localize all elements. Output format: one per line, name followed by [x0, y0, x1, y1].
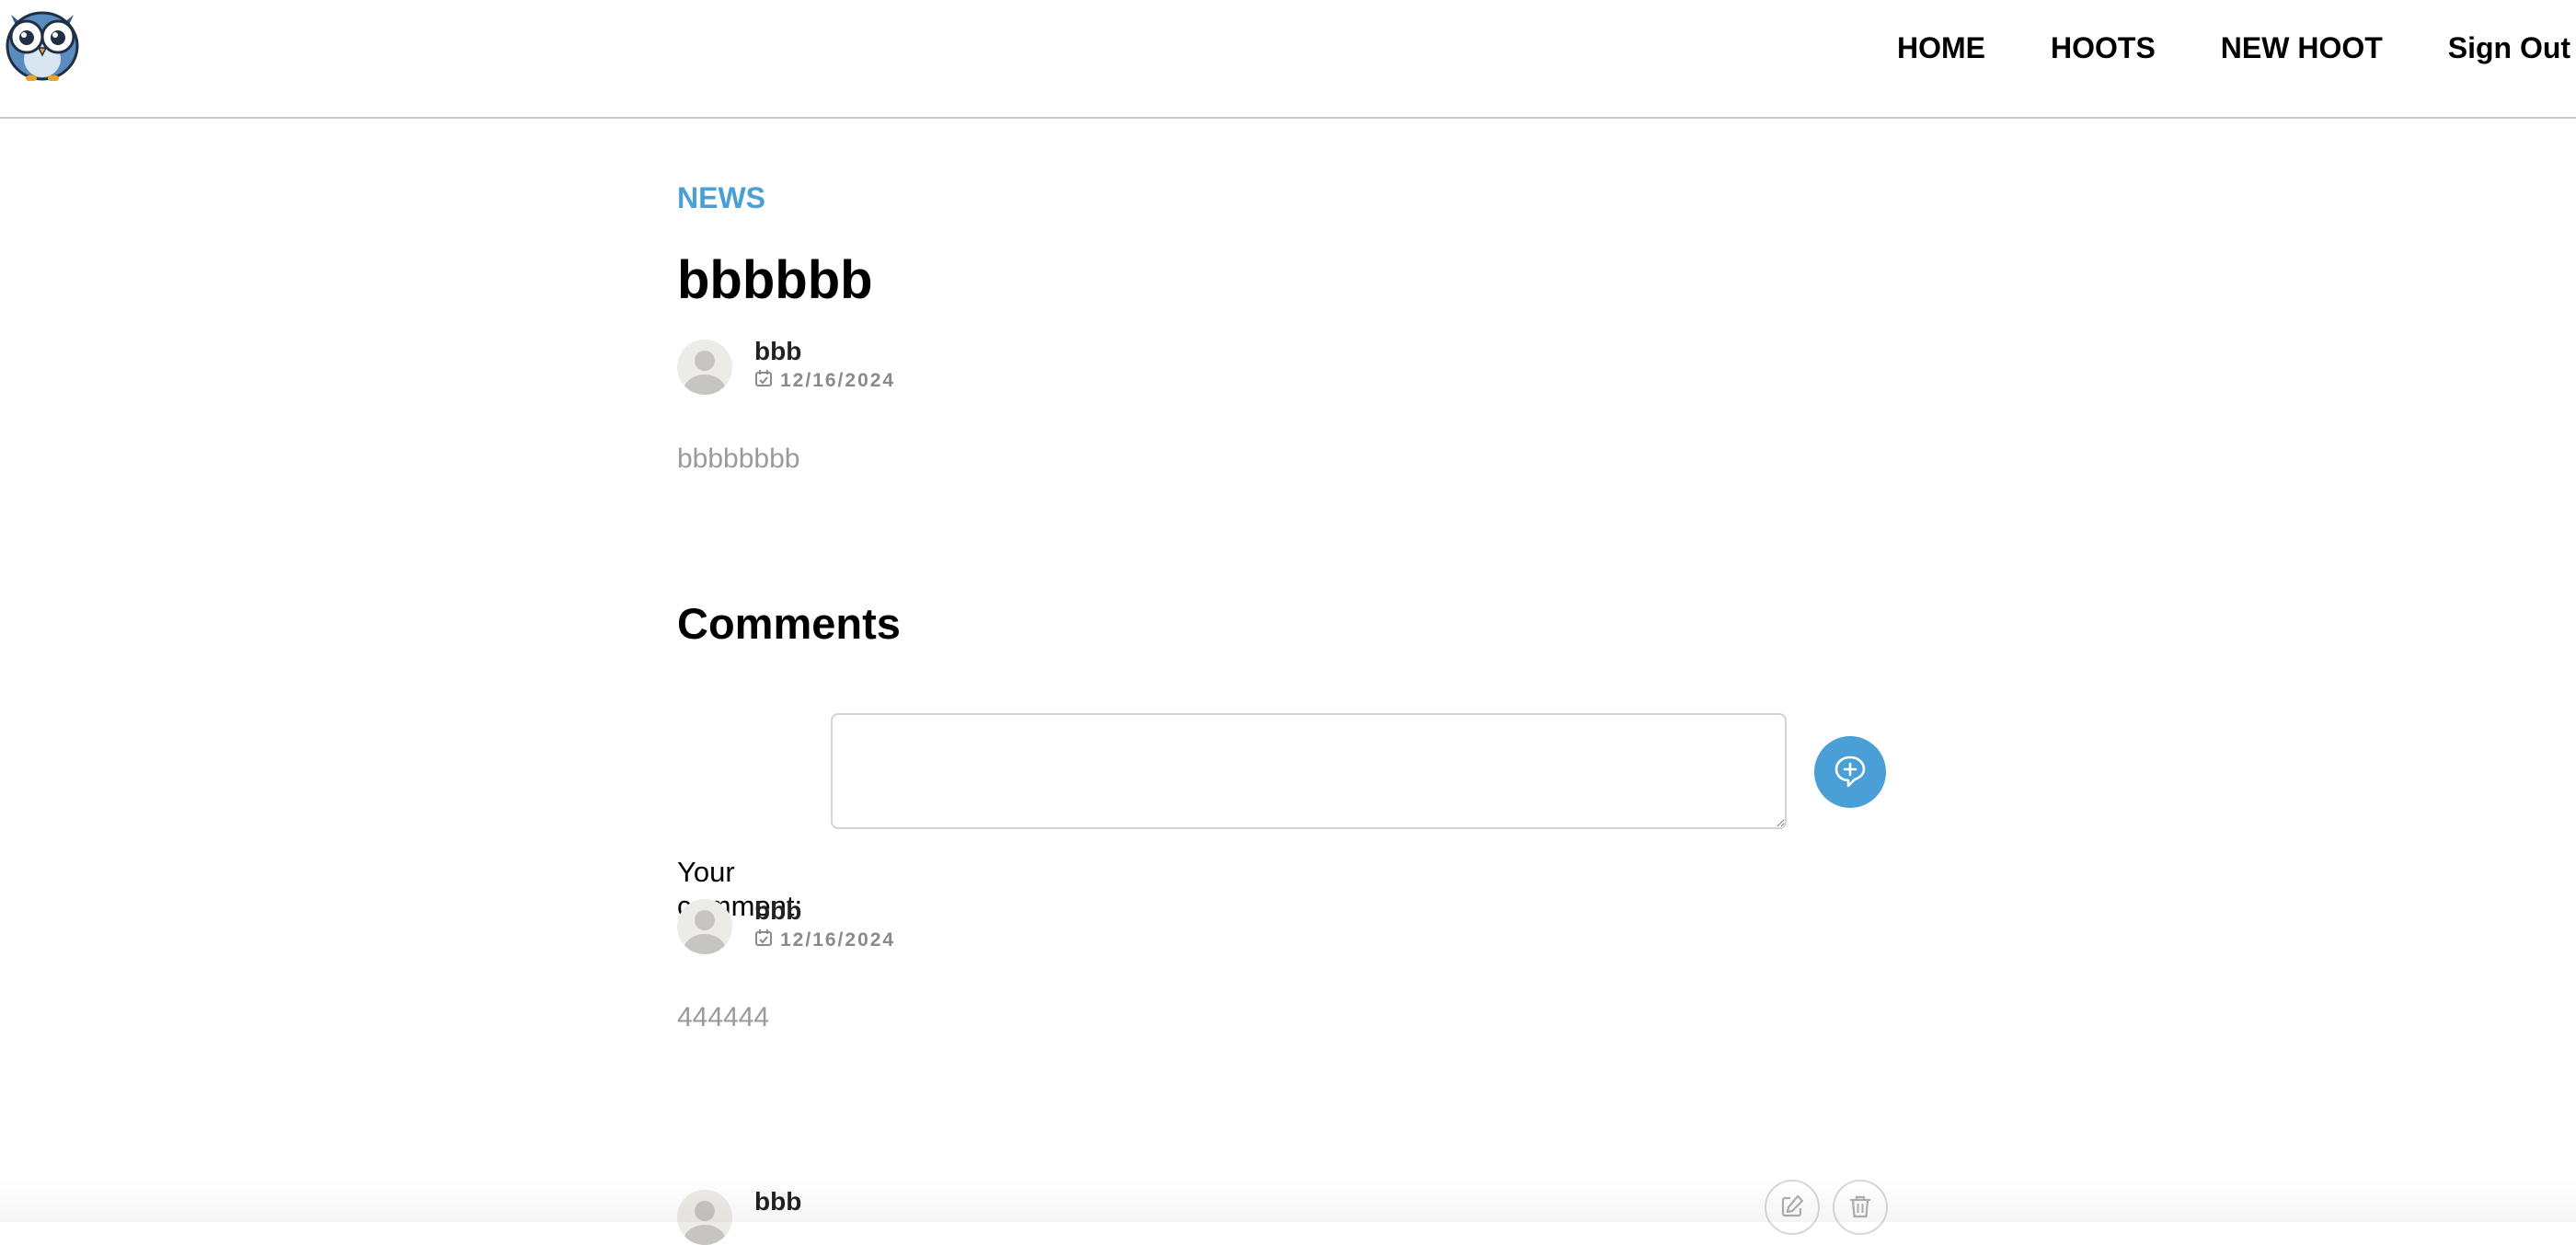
edit-comment-button[interactable] — [1765, 1180, 1820, 1235]
user-avatar-icon — [677, 340, 732, 395]
comment-form: Your comment: — [677, 713, 1888, 922]
nav-home-link[interactable]: HOME — [1897, 31, 1985, 65]
submit-comment-button[interactable] — [1814, 736, 1886, 808]
owl-logo-icon[interactable] — [2, 4, 83, 83]
calendar-icon — [754, 369, 780, 392]
hoot-text: bbbbbbbb — [677, 444, 800, 474]
calendar-icon — [754, 928, 780, 951]
hoot-author-info: bbb 12/16/2024 — [677, 337, 896, 395]
comment-author-name: bbb — [754, 1187, 802, 1216]
add-comment-icon — [1832, 753, 1869, 792]
bottom-shadow — [0, 1178, 2576, 1222]
nav-sign-out-link[interactable]: Sign Out — [2448, 31, 2570, 65]
nav-new-hoot-link[interactable]: NEW HOOT — [2221, 31, 2383, 65]
edit-icon — [1778, 1193, 1806, 1223]
comment-author-name: bbb — [754, 896, 802, 925]
user-avatar-icon — [677, 1190, 732, 1245]
comment-author-info: bbb 12/16/2024 — [677, 896, 896, 954]
nav-hoots-link[interactable]: HOOTS — [2051, 31, 2156, 65]
hoot-title: bbbbbb — [677, 250, 873, 310]
comment-author-info: bbb — [677, 1187, 802, 1245]
user-avatar-icon — [677, 899, 732, 954]
comments-heading: Comments — [677, 599, 901, 648]
trash-icon — [1846, 1193, 1874, 1223]
comment-date: 12/16/2024 — [780, 928, 896, 951]
comment-textarea[interactable] — [831, 713, 1787, 829]
navbar: HOME HOOTS NEW HOOT Sign Out — [0, 0, 2576, 119]
hoot-category: NEWS — [677, 181, 765, 214]
comment-text: 444444 — [677, 1002, 770, 1032]
hoot-date: 12/16/2024 — [780, 369, 896, 391]
delete-comment-button[interactable] — [1833, 1180, 1888, 1235]
hoot-author-name: bbb — [754, 337, 802, 365]
nav-menu: HOME HOOTS NEW HOOT Sign Out — [1897, 0, 2570, 96]
